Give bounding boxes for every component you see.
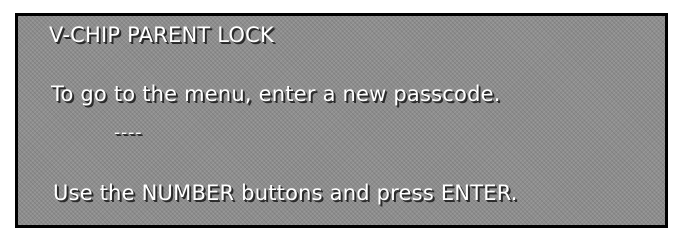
passcode-instruction: To go to the menu, enter a new passcode.	[51, 82, 501, 106]
passcode-entry-field[interactable]: ----	[114, 123, 143, 143]
help-text: Use the NUMBER buttons and press ENTER.	[53, 181, 518, 205]
panel-title: V-CHIP PARENT LOCK	[49, 23, 274, 47]
